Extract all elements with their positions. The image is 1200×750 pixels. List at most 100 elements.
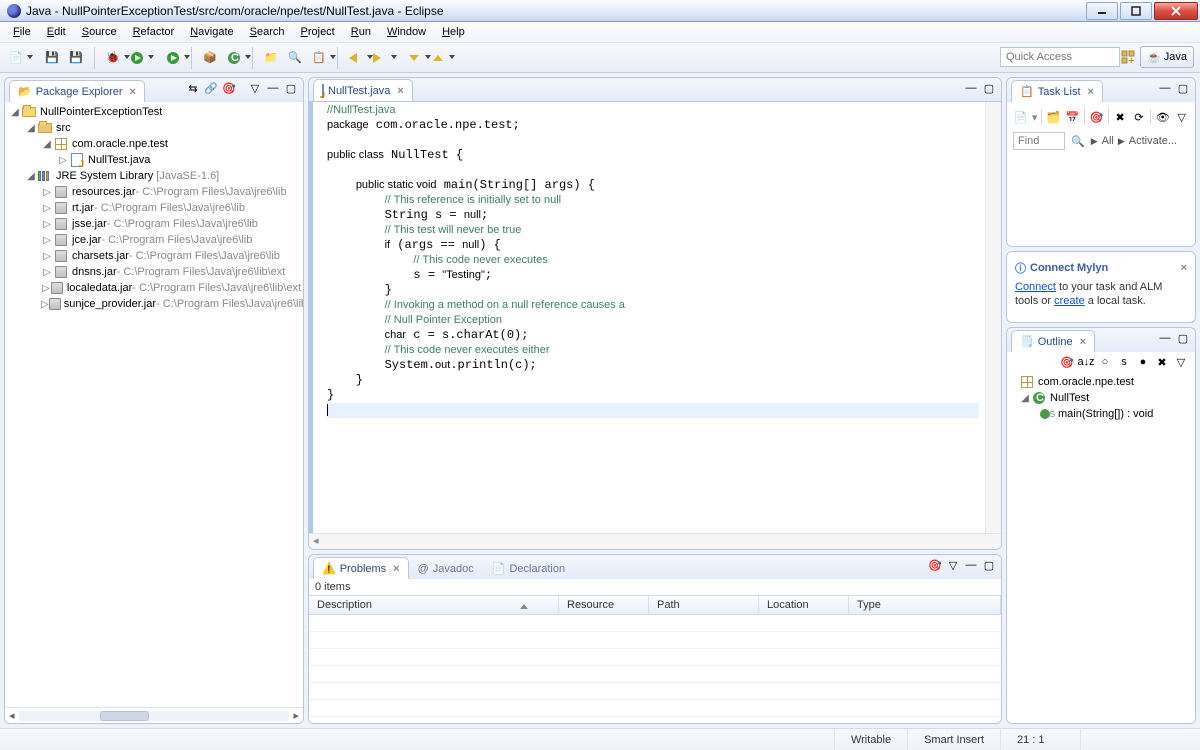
focus-task-icon[interactable]: 🎯 (927, 557, 943, 573)
sort-icon[interactable]: a↓z (1078, 354, 1094, 370)
prev-annot-icon[interactable] (404, 47, 424, 69)
problems-header[interactable]: Description Resource Path Location Type (309, 595, 1001, 615)
outline-class[interactable]: ◢CNullTest (1011, 390, 1191, 406)
open-type-icon[interactable]: 📁 (261, 47, 281, 69)
jar-node[interactable]: ▷charsets.jar - C:\Program Files\Java\jr… (5, 248, 303, 264)
src-node[interactable]: ◢src (5, 120, 303, 136)
schedule-icon[interactable]: 📅 (1065, 109, 1080, 125)
tab-package-explorer[interactable]: 📂 Package Explorer × (9, 80, 145, 102)
tab-declaration[interactable]: 📄Declaration (483, 557, 574, 579)
col-resource[interactable]: Resource (559, 596, 649, 614)
close-icon[interactable]: × (397, 85, 403, 97)
close-button[interactable] (1154, 2, 1198, 20)
create-link[interactable]: create (1054, 295, 1085, 307)
hide-local-icon[interactable]: ✖ (1154, 354, 1170, 370)
jar-node[interactable]: ▷localedata.jar - C:\Program Files\Java\… (5, 280, 303, 296)
save-all-icon[interactable]: 💾 (66, 47, 86, 69)
fwd-icon[interactable] (370, 47, 390, 69)
col-location[interactable]: Location (759, 596, 849, 614)
synchronize-icon[interactable]: ⟳ (1132, 109, 1147, 125)
hide-fields-icon[interactable]: ○ (1097, 354, 1113, 370)
maximize-view-icon[interactable]: ▢ (1175, 330, 1191, 346)
java-perspective-button[interactable]: ☕ Java (1140, 46, 1194, 68)
editor-hscroll[interactable]: ◂ (309, 533, 1001, 549)
minimize-view-icon[interactable]: ― (963, 557, 979, 573)
minimize-view-icon[interactable]: ― (1157, 80, 1173, 96)
search-icon[interactable]: 🔍 (1071, 135, 1085, 148)
tab-problems[interactable]: ⚠️ Problems × (313, 557, 409, 579)
editor-body[interactable]: //NullTest.java package com.oracle.npe.t… (309, 102, 1001, 533)
minimize-view-icon[interactable]: ― (1157, 330, 1173, 346)
project-node[interactable]: ◢NullPointerExceptionTest (5, 104, 303, 120)
jre-node[interactable]: ◢JRE System Library [JavaSE-1.6] (5, 168, 303, 184)
jar-node[interactable]: ▷rt.jar - C:\Program Files\Java\jre6\lib (5, 200, 303, 216)
close-icon[interactable]: × (130, 86, 136, 98)
focus-icon[interactable]: 🎯 (1059, 354, 1075, 370)
hide-static-icon[interactable]: s (1116, 354, 1132, 370)
maximize-view-icon[interactable]: ▢ (283, 80, 299, 96)
run-icon[interactable] (127, 47, 147, 69)
maximize-editor-icon[interactable]: ▢ (981, 80, 997, 96)
menu-window[interactable]: Window (380, 24, 433, 40)
maximize-button[interactable] (1120, 2, 1152, 20)
col-type[interactable]: Type (849, 596, 1001, 614)
vscroll[interactable] (985, 102, 1001, 533)
view-menu-icon[interactable]: ▽ (247, 80, 263, 96)
focus-task-icon[interactable]: 🎯 (221, 80, 237, 96)
close-icon[interactable]: × (1181, 262, 1187, 274)
collapse-all-icon[interactable]: ⇆ (185, 80, 201, 96)
menu-edit[interactable]: Edit (40, 24, 73, 40)
hide-icon[interactable]: 👁 (1155, 109, 1170, 125)
new-icon[interactable]: 📄 (6, 47, 26, 69)
minimize-view-icon[interactable]: ― (265, 80, 281, 96)
view-menu-icon[interactable]: ▽ (1173, 354, 1189, 370)
collapse-icon[interactable]: ✖ (1113, 109, 1128, 125)
col-description[interactable]: Description (309, 596, 559, 614)
close-icon[interactable]: × (1088, 86, 1094, 98)
tab-javadoc[interactable]: @Javadoc (409, 557, 483, 579)
new-task-icon[interactable]: 📄 (1013, 109, 1028, 125)
tasklist-find-input[interactable] (1013, 132, 1065, 150)
jar-node[interactable]: ▷resources.jar - C:\Program Files\Java\j… (5, 184, 303, 200)
all-link[interactable]: All (1102, 135, 1114, 147)
hide-nonpublic-icon[interactable]: ● (1135, 354, 1151, 370)
tab-task-list[interactable]: 📋 Task List × (1011, 80, 1103, 102)
jar-node[interactable]: ▷dnsns.jar - C:\Program Files\Java\jre6\… (5, 264, 303, 280)
save-icon[interactable]: 💾 (42, 47, 62, 69)
view-menu-icon[interactable]: ▽ (945, 557, 961, 573)
back-icon[interactable] (346, 47, 366, 69)
menu-navigate[interactable]: Navigate (183, 24, 240, 40)
new-package-icon[interactable]: 📦 (200, 47, 220, 69)
menu-file[interactable]: File (6, 24, 38, 40)
task-icon[interactable]: 📋 (309, 47, 329, 69)
link-editor-icon[interactable]: 🔗 (203, 80, 219, 96)
maximize-view-icon[interactable]: ▢ (981, 557, 997, 573)
editor-tab[interactable]: NullTest.java × (313, 79, 413, 101)
close-icon[interactable]: × (1080, 336, 1086, 348)
menu-help[interactable]: Help (435, 24, 472, 40)
new-class-icon[interactable]: C (224, 47, 244, 69)
search-icon[interactable]: 🔍 (285, 47, 305, 69)
menu-source[interactable]: Source (75, 24, 124, 40)
run-last-icon[interactable] (163, 47, 183, 69)
menu-run[interactable]: Run (344, 24, 378, 40)
outline-method[interactable]: Smain(String[]) : void (1011, 406, 1191, 422)
outline-package[interactable]: com.oracle.npe.test (1011, 374, 1191, 390)
jar-node[interactable]: ▷jce.jar - C:\Program Files\Java\jre6\li… (5, 232, 303, 248)
menu-project[interactable]: Project (294, 24, 342, 40)
package-node[interactable]: ◢com.oracle.npe.test (5, 136, 303, 152)
jar-node[interactable]: ▷jsse.jar - C:\Program Files\Java\jre6\l… (5, 216, 303, 232)
maximize-view-icon[interactable]: ▢ (1175, 80, 1191, 96)
package-explorer-tree[interactable]: ◢NullPointerExceptionTest ◢src ◢com.orac… (5, 102, 303, 707)
next-annot-icon[interactable] (428, 47, 448, 69)
debug-icon[interactable]: 🐞 (103, 47, 123, 69)
menu-search[interactable]: Search (243, 24, 292, 40)
minimize-editor-icon[interactable]: ― (963, 80, 979, 96)
minimize-button[interactable] (1086, 2, 1118, 20)
focus-icon[interactable]: 🎯 (1089, 109, 1104, 125)
activate-link[interactable]: Activate... (1129, 135, 1177, 147)
pe-hscroll[interactable]: ◂▸ (5, 707, 303, 723)
connect-link[interactable]: Connect (1015, 281, 1056, 293)
close-icon[interactable]: × (393, 563, 399, 575)
open-perspective-icon[interactable]: + (1120, 49, 1136, 65)
